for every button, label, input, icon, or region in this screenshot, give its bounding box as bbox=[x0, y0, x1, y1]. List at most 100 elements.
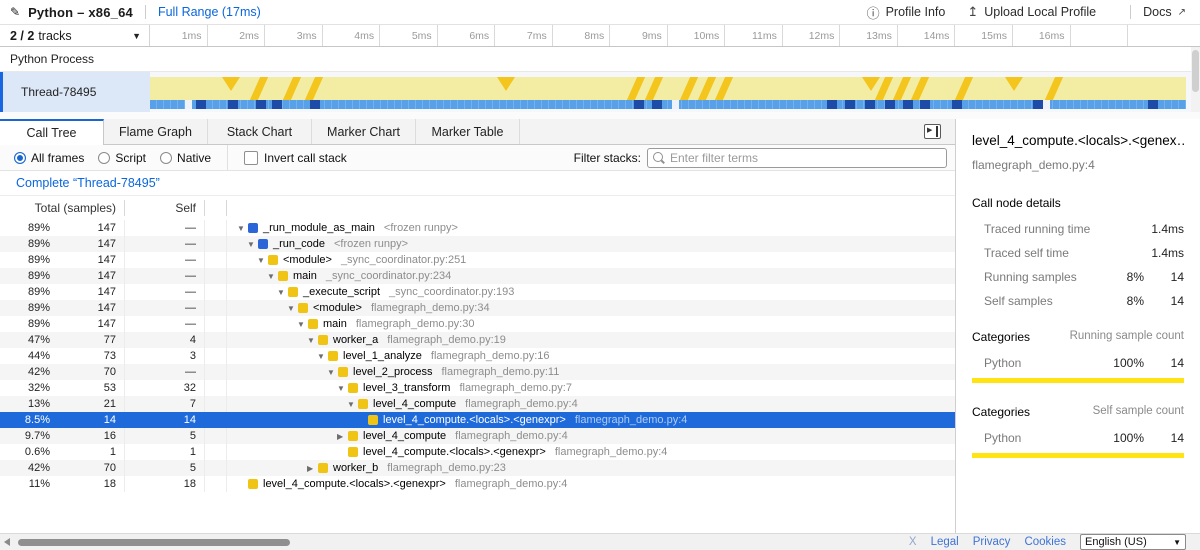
marker-triangle[interactable] bbox=[222, 77, 240, 91]
full-range-button[interactable]: Full Range (17ms) bbox=[158, 5, 261, 19]
collapse-arrow-icon[interactable]: ▼ bbox=[307, 336, 318, 345]
row-total-samples: 147 bbox=[50, 316, 125, 332]
function-name: level_4_compute.<locals>.<genexpr> bbox=[383, 414, 566, 426]
footer-link-legal[interactable]: Legal bbox=[931, 536, 959, 548]
marker-triangle[interactable] bbox=[1005, 77, 1023, 91]
marker-slash[interactable] bbox=[305, 77, 323, 100]
language-select[interactable]: English (US) ▼ bbox=[1080, 534, 1186, 550]
marker-slash[interactable] bbox=[283, 77, 301, 100]
detail-value: 1.4ms bbox=[1144, 246, 1184, 260]
collapse-arrow-icon[interactable]: ▼ bbox=[237, 224, 248, 233]
footer-link-cookies[interactable]: Cookies bbox=[1024, 536, 1066, 548]
table-row[interactable]: 11%1818level_4_compute.<locals>.<genexpr… bbox=[0, 476, 955, 492]
expand-arrow-icon[interactable]: ▶ bbox=[307, 464, 318, 473]
collapse-arrow-icon[interactable]: ▼ bbox=[337, 384, 348, 393]
function-name: _run_module_as_main bbox=[263, 222, 375, 234]
horizontal-scrollbar-thumb[interactable] bbox=[18, 539, 290, 546]
detail-label: Traced running time bbox=[972, 222, 1102, 236]
invert-call-stack-checkbox[interactable] bbox=[244, 151, 258, 165]
collapse-arrow-icon[interactable]: ▼ bbox=[267, 272, 278, 281]
tracks-dropdown[interactable]: 2 / 2 tracks ▼ bbox=[0, 25, 150, 46]
table-row[interactable]: 44%733▼level_1_analyzeflamegraph_demo.py… bbox=[0, 348, 955, 364]
complete-thread-link[interactable]: Complete “Thread-78495” bbox=[16, 176, 160, 190]
function-file: _sync_coordinator.py:251 bbox=[341, 254, 466, 266]
tab-marker-chart[interactable]: Marker Chart bbox=[312, 119, 416, 144]
footer-link-x[interactable]: X bbox=[909, 536, 917, 548]
row-icon-cell bbox=[205, 284, 227, 300]
sample-track[interactable] bbox=[150, 100, 1186, 109]
table-row[interactable]: 8.5%1414level_4_compute.<locals>.<genexp… bbox=[0, 412, 955, 428]
marker-slash[interactable] bbox=[955, 77, 973, 100]
row-icon-cell bbox=[205, 396, 227, 412]
table-row[interactable]: 32%5332▼level_3_transformflamegraph_demo… bbox=[0, 380, 955, 396]
marker-slash[interactable] bbox=[1045, 77, 1063, 100]
upload-profile-button[interactable]: ↥ Upload Local Profile bbox=[967, 4, 1096, 20]
docs-link[interactable]: Docs ↗ bbox=[1143, 5, 1186, 19]
tracks-vertical-scrollbar[interactable] bbox=[1191, 47, 1200, 112]
collapse-arrow-icon[interactable]: ▼ bbox=[327, 368, 338, 377]
radio-native[interactable] bbox=[160, 152, 172, 164]
thread-track-label[interactable]: Thread-78495 bbox=[0, 72, 150, 112]
collapse-arrow-icon[interactable]: ▼ bbox=[347, 400, 358, 409]
marker-slash[interactable] bbox=[680, 77, 698, 100]
marker-slash[interactable] bbox=[911, 77, 929, 100]
marker-slash[interactable] bbox=[645, 77, 663, 100]
footer-link-privacy[interactable]: Privacy bbox=[973, 536, 1011, 548]
scroll-left-arrow-icon[interactable] bbox=[4, 538, 10, 546]
filter-input[interactable] bbox=[647, 148, 947, 168]
thread-activity-graph[interactable] bbox=[150, 72, 1200, 112]
table-row[interactable]: 42%70—▼level_2_processflamegraph_demo.py… bbox=[0, 364, 955, 380]
collapse-arrow-icon[interactable]: ▼ bbox=[287, 304, 298, 313]
column-total-samples[interactable]: Total (samples) bbox=[0, 200, 125, 216]
table-row[interactable]: 9.7%165▶level_4_computeflamegraph_demo.p… bbox=[0, 428, 955, 444]
table-row[interactable]: 89%147—▼main_sync_coordinator.py:234 bbox=[0, 268, 955, 284]
collapse-arrow-icon[interactable]: ▼ bbox=[247, 240, 258, 249]
marker-track[interactable] bbox=[150, 77, 1186, 100]
collapse-arrow-icon[interactable]: ▼ bbox=[257, 256, 268, 265]
table-row[interactable]: 89%147—▼<module>_sync_coordinator.py:251 bbox=[0, 252, 955, 268]
column-self[interactable]: Self bbox=[125, 200, 205, 216]
row-total-samples: 70 bbox=[50, 460, 125, 476]
edit-profile-name-icon[interactable]: ✎ bbox=[10, 5, 20, 19]
category-percent: 100% bbox=[1102, 356, 1144, 370]
expand-arrow-icon[interactable]: ▶ bbox=[337, 432, 348, 441]
marker-slash[interactable] bbox=[715, 77, 733, 100]
process-track-label[interactable]: Python Process bbox=[0, 47, 1200, 72]
function-name: main bbox=[323, 318, 347, 330]
table-row[interactable]: 47%774▼worker_aflamegraph_demo.py:19 bbox=[0, 332, 955, 348]
row-total-samples: 70 bbox=[50, 364, 125, 380]
row-self-samples: 5 bbox=[125, 428, 205, 444]
marker-slash[interactable] bbox=[698, 77, 716, 100]
row-total-percent: 89% bbox=[0, 222, 50, 234]
sidebar-toggle-icon[interactable] bbox=[924, 124, 941, 139]
table-row[interactable]: 42%705▶worker_bflamegraph_demo.py:23 bbox=[0, 460, 955, 476]
table-row[interactable]: 13%217▼level_4_computeflamegraph_demo.py… bbox=[0, 396, 955, 412]
marker-slash[interactable] bbox=[893, 77, 911, 100]
table-row[interactable]: 89%147—▼_run_code<frozen runpy> bbox=[0, 236, 955, 252]
collapse-arrow-icon[interactable]: ▼ bbox=[317, 352, 328, 361]
table-row[interactable]: 89%147—▼<module>flamegraph_demo.py:34 bbox=[0, 300, 955, 316]
profile-info-button[interactable]: ⓘ Profile Info bbox=[867, 3, 946, 22]
tab-call-tree[interactable]: Call Tree bbox=[0, 119, 104, 145]
row-total-samples: 73 bbox=[50, 348, 125, 364]
tab-marker-table[interactable]: Marker Table bbox=[416, 119, 520, 144]
tab-flame-graph[interactable]: Flame Graph bbox=[104, 119, 208, 144]
row-self-samples: 7 bbox=[125, 396, 205, 412]
table-row[interactable]: 89%147—▼mainflamegraph_demo.py:30 bbox=[0, 316, 955, 332]
radio-script[interactable] bbox=[98, 152, 110, 164]
marker-slash[interactable] bbox=[627, 77, 645, 100]
collapse-arrow-icon[interactable]: ▼ bbox=[297, 320, 308, 329]
table-row[interactable]: 89%147—▼_run_module_as_main<frozen runpy… bbox=[0, 220, 955, 236]
marker-triangle[interactable] bbox=[862, 77, 880, 91]
table-row[interactable]: 89%147—▼_execute_script_sync_coordinator… bbox=[0, 284, 955, 300]
marker-triangle[interactable] bbox=[497, 77, 515, 91]
function-name: worker_b bbox=[333, 462, 378, 474]
radio-all-frames[interactable] bbox=[14, 152, 26, 164]
collapse-arrow-icon[interactable]: ▼ bbox=[277, 288, 288, 297]
marker-slash[interactable] bbox=[250, 77, 268, 100]
filter-stacks-label: Filter stacks: bbox=[574, 151, 641, 165]
sample-dark-segment bbox=[903, 100, 913, 109]
tab-stack-chart[interactable]: Stack Chart bbox=[208, 119, 312, 144]
function-file: _sync_coordinator.py:193 bbox=[389, 286, 514, 298]
table-row[interactable]: 0.6%11level_4_compute.<locals>.<genexpr>… bbox=[0, 444, 955, 460]
